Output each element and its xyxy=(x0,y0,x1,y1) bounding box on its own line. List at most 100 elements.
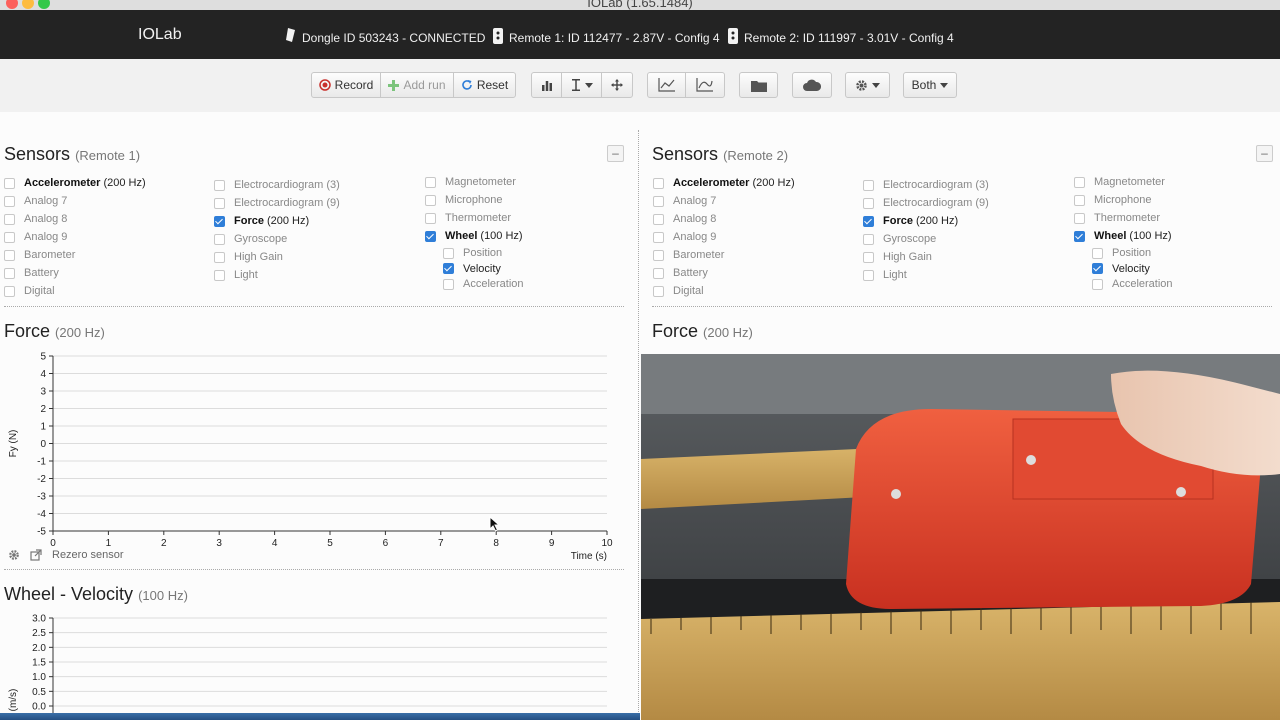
sensor-checkbox[interactable] xyxy=(863,197,874,209)
sensor-checkbox[interactable] xyxy=(214,215,225,227)
sensor-barometer[interactable]: Barometer xyxy=(4,249,75,261)
gear-icon[interactable] xyxy=(8,549,20,561)
sensor-light[interactable]: Light xyxy=(863,269,907,281)
sensor-checkbox[interactable] xyxy=(653,177,664,189)
sensor-force[interactable]: Force (200 Hz) xyxy=(863,215,958,227)
sensor-checkbox[interactable] xyxy=(653,213,664,225)
sensor-checkbox[interactable] xyxy=(4,285,15,297)
sensor-electrocardiogram-3[interactable]: Electrocardiogram (3) xyxy=(214,179,340,191)
collapse-sensors-remote1-button[interactable]: – xyxy=(607,145,624,162)
sensor-name: Accelerometer xyxy=(24,177,101,189)
sensor-checkbox[interactable] xyxy=(653,285,664,297)
sensor-checkbox[interactable] xyxy=(1092,263,1103,274)
sensor-checkbox[interactable] xyxy=(1074,176,1085,188)
force-chart[interactable]: 543210-1-2-3-4-50 1 2 3 4 5 6 7 8 9 10Time (s)Fy (… xyxy=(0,345,625,565)
pan-button[interactable] xyxy=(601,72,633,98)
sensor-checkbox[interactable] xyxy=(214,251,225,263)
line-chart-button[interactable] xyxy=(647,72,686,98)
sensor-analog-7[interactable]: Analog 7 xyxy=(653,195,716,207)
sensor-checkbox[interactable] xyxy=(863,215,874,227)
sensor-checkbox[interactable] xyxy=(653,231,664,243)
sensor-force[interactable]: Force (200 Hz) xyxy=(214,215,309,227)
sensor-high-gain[interactable]: High Gain xyxy=(214,251,283,263)
sensor-checkbox[interactable] xyxy=(425,230,436,242)
sensor-checkbox[interactable] xyxy=(443,278,454,290)
sensor-light[interactable]: Light xyxy=(214,269,258,281)
sensor-checkbox[interactable] xyxy=(653,267,664,279)
sensor-thermometer[interactable]: Thermometer xyxy=(425,212,511,224)
record-button[interactable]: Record xyxy=(311,72,381,98)
sensor-high-gain[interactable]: High Gain xyxy=(863,251,932,263)
sensor-checkbox[interactable] xyxy=(425,212,436,224)
sensor-microphone[interactable]: Microphone xyxy=(1074,194,1151,206)
sensor-digital[interactable]: Digital xyxy=(4,285,55,297)
sensor-checkbox[interactable] xyxy=(863,179,874,191)
sensor-checkbox[interactable] xyxy=(214,197,225,209)
sensor-magnetometer[interactable]: Magnetometer xyxy=(1074,176,1165,188)
sensor-checkbox[interactable] xyxy=(1092,247,1103,259)
sensor-checkbox[interactable] xyxy=(863,233,874,245)
sensor-checkbox[interactable] xyxy=(653,249,664,261)
sensor-analog-7[interactable]: Analog 7 xyxy=(4,195,67,207)
collapse-sensors-remote2-button[interactable]: – xyxy=(1256,145,1273,162)
sensor-digital[interactable]: Digital xyxy=(653,285,704,297)
sensor-checkbox[interactable] xyxy=(4,249,15,261)
open-folder-button[interactable] xyxy=(739,72,778,98)
sensor-checkbox[interactable] xyxy=(863,269,874,281)
sensor-checkbox[interactable] xyxy=(425,176,436,188)
sensor-wheel[interactable]: Wheel (100 Hz) xyxy=(425,230,523,242)
sensor-checkbox[interactable] xyxy=(425,194,436,206)
sensor-electrocardiogram-9[interactable]: Electrocardiogram (9) xyxy=(863,197,989,209)
rezero-sensor-link[interactable]: Rezero sensor xyxy=(52,549,124,561)
sensor-checkbox[interactable] xyxy=(4,213,15,225)
sensor-wheel[interactable]: Wheel (100 Hz) xyxy=(1074,230,1172,242)
sensor-checkbox[interactable] xyxy=(1074,230,1085,242)
add-run-button[interactable]: Add run xyxy=(380,72,454,98)
fit-chart-button[interactable] xyxy=(685,72,725,98)
sensor-magnetometer[interactable]: Magnetometer xyxy=(425,176,516,188)
sensor-barometer[interactable]: Barometer xyxy=(653,249,724,261)
sensor-gyroscope[interactable]: Gyroscope xyxy=(863,233,936,245)
sensor-position[interactable]: Position xyxy=(443,247,502,259)
sensor-analog-9[interactable]: Analog 9 xyxy=(653,231,716,243)
settings-dropdown-button[interactable] xyxy=(845,72,890,98)
sensor-gyroscope[interactable]: Gyroscope xyxy=(214,233,287,245)
sensor-electrocardiogram-9[interactable]: Electrocardiogram (9) xyxy=(214,197,340,209)
sensor-checkbox[interactable] xyxy=(4,267,15,279)
sensor-checkbox[interactable] xyxy=(1074,194,1085,206)
sensor-checkbox[interactable] xyxy=(4,195,15,207)
sensor-checkbox[interactable] xyxy=(214,179,225,191)
sensor-checkbox[interactable] xyxy=(214,269,225,281)
stats-button[interactable] xyxy=(531,72,562,98)
sensor-checkbox[interactable] xyxy=(443,247,454,259)
cloud-button[interactable] xyxy=(792,72,832,98)
sensor-electrocardiogram-3[interactable]: Electrocardiogram (3) xyxy=(863,179,989,191)
sensor-acceleration[interactable]: Acceleration xyxy=(443,278,524,290)
sensor-thermometer[interactable]: Thermometer xyxy=(1074,212,1160,224)
sensor-battery[interactable]: Battery xyxy=(4,267,59,279)
sensor-battery[interactable]: Battery xyxy=(653,267,708,279)
sensor-checkbox[interactable] xyxy=(1092,278,1103,290)
sensor-analog-8[interactable]: Analog 8 xyxy=(4,213,67,225)
sensor-microphone[interactable]: Microphone xyxy=(425,194,502,206)
sensor-checkbox[interactable] xyxy=(4,177,15,189)
reset-button[interactable]: Reset xyxy=(453,72,516,98)
sensor-analog-8[interactable]: Analog 8 xyxy=(653,213,716,225)
sensor-checkbox[interactable] xyxy=(214,233,225,245)
sensor-checkbox[interactable] xyxy=(443,263,454,274)
sensor-accelerometer[interactable]: Accelerometer (200 Hz) xyxy=(4,177,146,189)
sensor-accelerometer[interactable]: Accelerometer (200 Hz) xyxy=(653,177,795,189)
wheel-velocity-chart[interactable]: 3.0 2.5 2.0 1.5 1.0 0.5 0.0 (m/s) xyxy=(0,608,625,720)
sensor-position[interactable]: Position xyxy=(1092,247,1151,259)
sensor-checkbox[interactable] xyxy=(4,231,15,243)
scale-dropdown-button[interactable] xyxy=(561,72,602,98)
sensor-acceleration[interactable]: Acceleration xyxy=(1092,278,1173,290)
sensor-analog-9[interactable]: Analog 9 xyxy=(4,231,67,243)
sensor-checkbox[interactable] xyxy=(1074,212,1085,224)
sensor-velocity[interactable]: Velocity xyxy=(1092,263,1150,275)
sensor-checkbox[interactable] xyxy=(653,195,664,207)
sensor-checkbox[interactable] xyxy=(863,251,874,263)
sensor-velocity[interactable]: Velocity xyxy=(443,263,501,275)
external-link-icon[interactable] xyxy=(30,549,42,561)
remote-select-dropdown[interactable]: Both xyxy=(903,72,957,98)
